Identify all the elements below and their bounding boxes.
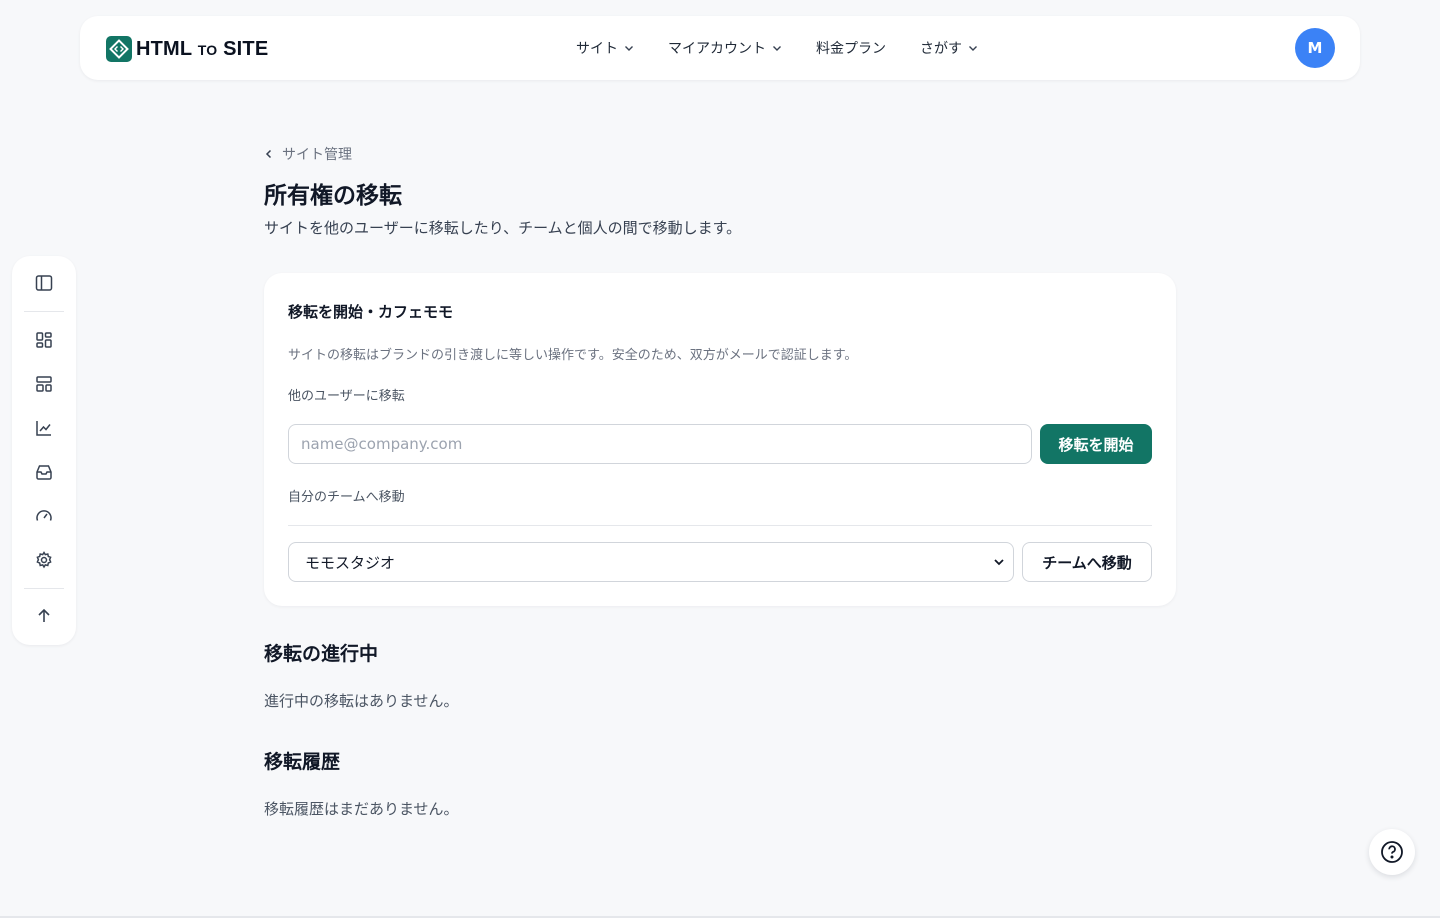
speed-button[interactable] — [28, 500, 60, 532]
logo-main: HTML — [136, 37, 192, 60]
main-nav: サイト マイアカウント 料金プラン さがす — [576, 16, 1012, 80]
arrow-up-icon — [38, 608, 50, 622]
sidebar-divider — [24, 311, 64, 312]
layout-button[interactable] — [28, 368, 60, 400]
logo-text: HTML TO SITE — [136, 38, 268, 61]
logo-mark-icon — [106, 36, 132, 62]
logo[interactable]: HTML TO SITE — [106, 36, 268, 62]
chevron-down-icon — [994, 559, 1004, 566]
speed-icon — [36, 510, 52, 521]
inbox-button[interactable] — [28, 456, 60, 488]
start-transfer-button[interactable]: 移転を開始 — [1040, 424, 1152, 464]
dashboard-icon — [36, 332, 52, 348]
help-icon — [1381, 841, 1403, 863]
help-button[interactable] — [1369, 829, 1415, 875]
nav-item-my-account[interactable]: マイアカウント — [668, 38, 782, 58]
nav-item-site[interactable]: サイト — [576, 38, 634, 58]
nav-label: さがす — [920, 41, 962, 57]
card-description: サイトの移転はブランドの引き渡しに等しい操作です。安全のため、双方がメールで認証… — [288, 348, 858, 363]
nav-label: 料金プラン — [816, 41, 886, 57]
dashboard-button[interactable] — [28, 324, 60, 356]
avatar[interactable]: M — [1295, 28, 1335, 68]
chevron-down-icon — [773, 46, 781, 51]
in-progress-empty: 進行中の移転はありません。 — [264, 692, 459, 710]
history-empty: 移転履歴はまだありません。 — [264, 800, 459, 818]
settings-button[interactable] — [28, 544, 60, 576]
history-title: 移転履歴 — [264, 751, 341, 773]
team-select[interactable]: モモスタジオ — [288, 542, 1014, 582]
back-link-label: サイト管理 — [282, 147, 352, 163]
settings-icon — [36, 551, 52, 569]
layout-icon — [36, 376, 52, 392]
email-input[interactable] — [288, 424, 1032, 464]
chevron-down-icon — [625, 46, 633, 51]
logo-small: TO — [197, 41, 218, 58]
team-select-value: モモスタジオ — [305, 553, 396, 572]
top-header: HTML TO SITE サイト マイアカウント 料金プラン さがす M — [80, 16, 1360, 80]
move-to-team-button[interactable]: チームへ移動 — [1022, 542, 1152, 582]
side-toolbar — [12, 256, 76, 645]
sidebar-divider — [24, 588, 64, 589]
transfer-card: 移転を開始・カフェモモ サイトの移転はブランドの引き渡しに等しい操作です。安全の… — [264, 273, 1176, 606]
scroll-top-button[interactable] — [28, 600, 60, 632]
inbox-icon — [36, 465, 52, 480]
chevron-down-icon — [969, 46, 977, 51]
analytics-button[interactable] — [28, 412, 60, 444]
chevron-left-icon — [265, 149, 272, 159]
page-title: 所有権の移転 — [264, 183, 402, 209]
transfer-user-label: 他のユーザーに移転 — [288, 389, 405, 404]
back-link[interactable]: サイト管理 — [264, 144, 352, 164]
analytics-icon — [36, 421, 51, 436]
page-subtitle: サイトを他のユーザーに移転したり、チームと個人の間で移動します。 — [264, 219, 742, 237]
nav-item-pricing[interactable]: 料金プラン — [816, 38, 886, 58]
in-progress-title: 移転の進行中 — [264, 643, 379, 665]
card-divider — [288, 525, 1152, 526]
card-title: 移転を開始・カフェモモ — [288, 303, 454, 321]
team-move-label: 自分のチームへ移動 — [288, 490, 405, 505]
logo-end: SITE — [223, 37, 269, 60]
panel-toggle-icon — [35, 275, 53, 291]
nav-item-search[interactable]: さがす — [920, 38, 978, 58]
nav-label: サイト — [576, 41, 618, 57]
panel-toggle-button[interactable] — [28, 267, 60, 299]
nav-label: マイアカウント — [668, 41, 766, 57]
